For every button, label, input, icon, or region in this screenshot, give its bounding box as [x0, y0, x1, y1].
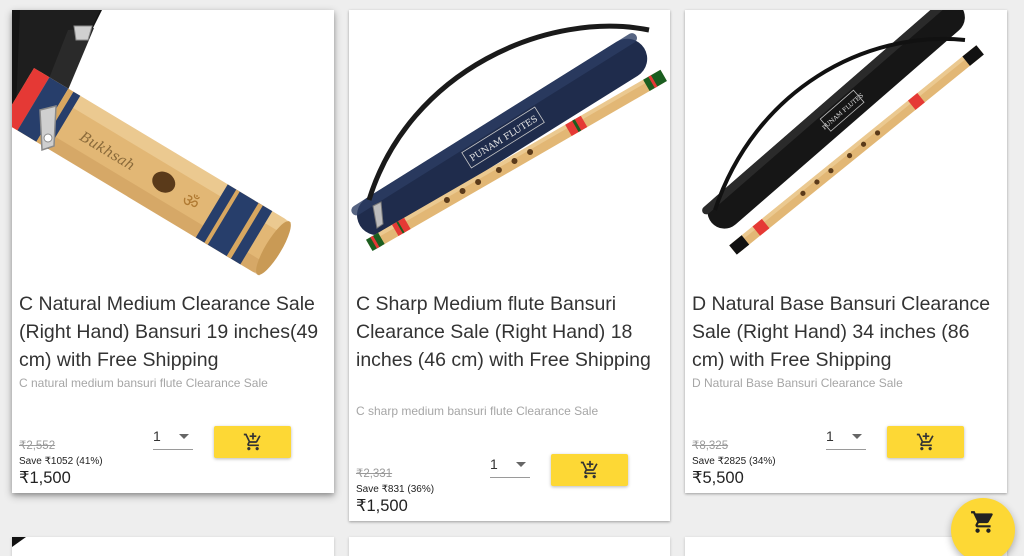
add-to-cart-button[interactable]	[887, 426, 964, 458]
add-shopping-cart-icon	[916, 432, 934, 451]
chevron-down-icon	[179, 434, 189, 439]
product-price: ₹1,500	[356, 497, 408, 515]
product-price: ₹1,500	[19, 469, 71, 487]
product-card-next-row[interactable]	[12, 537, 334, 556]
savings-text: Save ₹831 (36%)	[356, 484, 435, 495]
shopping-cart-icon	[971, 511, 993, 533]
product-price: ₹5,500	[692, 469, 744, 487]
original-price: ₹2,331	[356, 468, 393, 480]
add-shopping-cart-icon	[580, 460, 598, 479]
product-title[interactable]: C Sharp Medium flute Bansuri Clearance S…	[356, 290, 668, 374]
quantity-value: 1	[490, 456, 498, 472]
quantity-select[interactable]: 1	[153, 426, 193, 450]
add-shopping-cart-icon	[243, 432, 261, 451]
cart-fab-button[interactable]	[951, 498, 1015, 556]
product-card[interactable]: Bukhsah ॐ C Natural Medium Clearance Sal…	[12, 10, 334, 493]
product-subtitle: D Natural Base Bansuri Clearance Sale	[692, 376, 903, 390]
product-image[interactable]: PUNAM FLUTES	[349, 10, 670, 280]
product-card[interactable]: PUNAM FLUTES C Sharp Medium flute Bansur…	[349, 10, 670, 521]
add-to-cart-button[interactable]	[551, 454, 628, 486]
bansuri-flute-closeup-image: Bukhsah ॐ	[12, 10, 334, 280]
product-image[interactable]: Bukhsah ॐ	[12, 10, 334, 280]
chevron-down-icon	[852, 434, 862, 439]
product-image[interactable]: PUNAM FLUTES	[685, 10, 1007, 280]
quantity-select[interactable]: 1	[490, 454, 530, 478]
product-subtitle: C natural medium bansuri flute Clearance…	[19, 376, 268, 390]
product-card[interactable]: PUNAM FLUTES D Natural Base Bansuri Clea…	[685, 10, 1007, 493]
chevron-down-icon	[516, 462, 526, 467]
savings-text: Save ₹1052 (41%)	[19, 456, 103, 467]
quantity-value: 1	[153, 428, 161, 444]
savings-text: Save ₹2825 (34%)	[692, 456, 776, 467]
product-title[interactable]: D Natural Base Bansuri Clearance Sale (R…	[692, 290, 1004, 374]
product-card-next-row[interactable]	[349, 537, 670, 556]
quantity-select[interactable]: 1	[826, 426, 866, 450]
bansuri-flute-with-black-case-image: PUNAM FLUTES	[685, 10, 1007, 280]
add-to-cart-button[interactable]	[214, 426, 291, 458]
original-price: ₹2,552	[19, 440, 56, 452]
product-title[interactable]: C Natural Medium Clearance Sale (Right H…	[19, 290, 331, 374]
image-corner	[12, 537, 26, 547]
product-subtitle: C sharp medium bansuri flute Clearance S…	[356, 404, 599, 418]
original-price: ₹8,325	[692, 440, 729, 452]
quantity-value: 1	[826, 428, 834, 444]
bansuri-flute-with-navy-case-image: PUNAM FLUTES	[349, 10, 670, 280]
